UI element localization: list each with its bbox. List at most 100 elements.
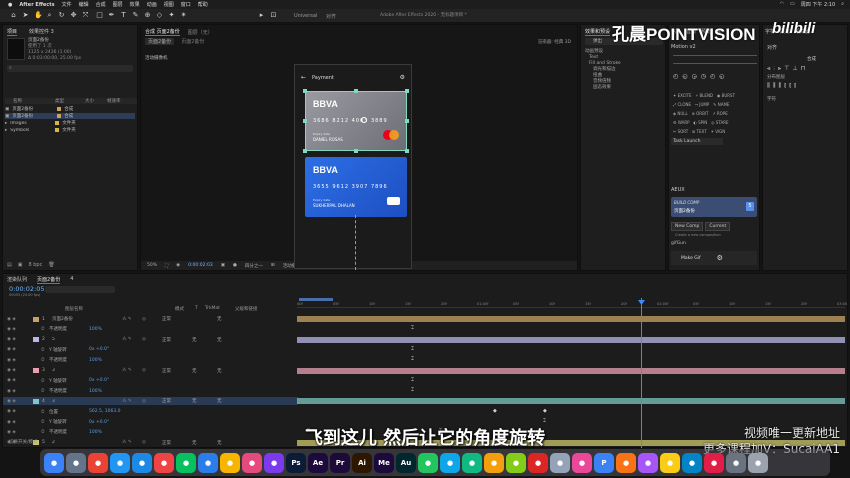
rectangle-tool-icon[interactable]: □ [96,12,103,19]
transform-handle[interactable] [405,119,409,123]
label-color-swatch[interactable] [57,107,62,111]
keyframe-icon[interactable]: ⌶ [411,356,414,362]
menu-app-name[interactable]: After Effects [19,2,54,8]
stopwatch-icon[interactable]: ⏱ [33,326,49,332]
distribute-buttons[interactable]: ⫼⫼⫼⫾⫾⫾ [767,82,799,90]
dock-app-icon[interactable]: ● [638,452,658,473]
layer-switches-icon[interactable]: ⁂ ✎ [122,399,142,404]
project-list-item[interactable]: ▸ Symbols 文件夹 [5,127,135,134]
layer-parent[interactable]: 无 [217,316,247,322]
visibility-eye-icon[interactable]: ◉ ◈ [3,430,33,435]
layer-switches-icon[interactable]: ⁂ ✎ [122,317,142,322]
stopwatch-icon[interactable]: ⏱ [33,357,49,363]
layers-count-icon[interactable]: 5 [746,202,754,211]
folder-icon[interactable]: ▤ [7,262,12,268]
puppet-tool-icon[interactable]: ✶ [180,12,187,19]
effects-tree-item[interactable]: 固态效果 [585,85,621,91]
motion-slider-1[interactable] [673,55,757,56]
camera-icon[interactable]: ◉ [176,263,180,268]
dock-app-icon[interactable]: Pr [330,452,350,473]
property-value[interactable]: 562.5, 1063.0 [89,409,149,414]
layer-bounding-box[interactable] [305,91,407,151]
layer-mode[interactable]: 正常 [162,398,192,404]
layer-switches-icon[interactable]: ⁂ ✎ [122,440,142,445]
apple-icon[interactable]: ● [8,2,12,8]
dock-app-icon[interactable]: ● [660,452,680,473]
task-launch-dropdown[interactable]: Task Launch [671,138,723,145]
col-trkmat[interactable]: TrkMat [205,306,235,312]
tab-effects-presets[interactable]: 效果和预设 [585,28,611,36]
keyframe-icon[interactable]: ⌶ [411,377,414,383]
visibility-eye-icon[interactable]: ◉ ◈ [3,368,33,373]
zoom-tool-icon[interactable]: ⌕ [46,12,53,19]
timeline-layer-row[interactable]: ◉ ◈ 4 3 ⁂ ✎ ◎ 正常无无 [3,397,298,406]
stopwatch-icon[interactable]: ⏱ [33,347,49,353]
tab-project[interactable]: 项目 [7,28,18,36]
layer-duration-bar[interactable] [297,336,845,343]
grid-icon[interactable]: ⊞ [271,263,275,268]
dock-app-icon[interactable]: ● [550,452,570,473]
col-fps[interactable]: 帧速率 [107,98,127,104]
property-value[interactable]: 100% [89,389,149,394]
motion-buttons[interactable]: ✦ EXCITE ⚡ BLEND ◉ BURST ⤢ CLONE ⤳ JUMP … [673,91,759,136]
camera-tool-icon[interactable]: ✥ [70,12,77,19]
dock-app-icon[interactable]: Ps [286,452,306,473]
current-time[interactable]: 0:00:02:03 [188,263,213,268]
gif-settings-gear-icon[interactable]: ⚙ [717,254,723,262]
dock-app-icon[interactable]: ● [110,452,130,473]
dock-app-icon[interactable]: ● [616,452,636,473]
dock-app-icon[interactable]: ● [44,452,64,473]
clone-tool-icon[interactable]: ⊕ [144,12,151,19]
keyframe-icon[interactable]: ◆ [493,408,497,414]
visibility-eye-icon[interactable]: ◉ ◈ [3,378,33,383]
fit-icon[interactable]: ⛶ [165,263,168,269]
transform-handle[interactable] [303,89,307,93]
property-value[interactable]: 100% [89,358,149,363]
dock-app-icon[interactable]: Ai [352,452,372,473]
layer-duration-bar[interactable] [297,398,845,405]
stopwatch-icon[interactable]: ⏱ [33,429,49,435]
search-icon[interactable]: ⌕ [841,1,844,8]
comp-breadcrumb-2[interactable]: 页面2备份 [178,38,207,45]
visibility-eye-icon[interactable]: ◉ ◈ [3,389,33,394]
select-arrow-icon[interactable]: ▸ [258,12,265,19]
dock-app-icon[interactable]: ● [132,452,152,473]
tab-timeline-4[interactable]: 4 [70,276,73,284]
dock-app-icon[interactable]: ● [154,452,174,473]
dock-app-icon[interactable]: ● [220,452,240,473]
layer-parent[interactable]: 无 [217,337,247,343]
track-icon[interactable]: ⊡ [270,12,277,19]
timeline-layer-row[interactable]: ◉ ◈ 2 5 ⁂ ✎ ◎ 正常无无 [3,336,298,344]
layer-3d-icon[interactable]: ◎ [142,440,162,445]
menu-layer[interactable]: 图层 [113,1,123,8]
renderer-label[interactable]: 渲染器: 经典 3D [538,39,571,45]
dock-app-icon[interactable]: Me [374,452,394,473]
label-color-swatch[interactable] [55,121,60,125]
menu-composition[interactable]: 合成 [96,1,106,8]
transform-handle[interactable] [303,149,307,153]
dock-app-icon[interactable]: ● [264,452,284,473]
stopwatch-icon[interactable]: ⏱ [33,409,49,415]
stopwatch-icon[interactable]: ⏱ [33,388,49,394]
layer-label-color[interactable] [33,368,39,373]
col-mode[interactable]: 模式 [175,306,195,312]
menu-animation[interactable]: 动画 [147,1,157,8]
property-value[interactable]: 100% [89,327,149,332]
dock-app-icon[interactable]: ● [484,452,504,473]
stopwatch-icon[interactable]: ⏱ [33,378,49,384]
time-ruler[interactable]: 00f 05f 10f 15f 20f 01:00f 05f 10f 15f 20f 02:00f 0… [297,298,847,308]
timeline-property-row[interactable]: ◉ ◈ ⏱ 不透明度 100% [3,325,298,333]
label-color-swatch[interactable] [55,128,60,132]
magnification-dropdown[interactable]: 50% [147,263,157,268]
align-to-dropdown[interactable]: 合成 [807,56,816,62]
layer-mode[interactable]: 正常 [162,337,192,343]
timeline-search-input[interactable] [45,286,115,293]
hand-tool-icon[interactable]: ✋ [34,12,43,19]
property-value[interactable]: 0x +0.0° [89,347,149,352]
menu-help[interactable]: 帮助 [198,1,208,8]
layer-parent[interactable]: 无 [217,398,247,404]
dock-app-icon[interactable]: P [594,452,614,473]
new-comp-icon[interactable]: ▣ [18,262,23,268]
comp-viewer[interactable]: ← Payment ⚙ BBVA 3686 8212 4003 3889 Exp… [294,64,412,270]
pan-tool-icon[interactable]: ⤧ [82,12,89,19]
